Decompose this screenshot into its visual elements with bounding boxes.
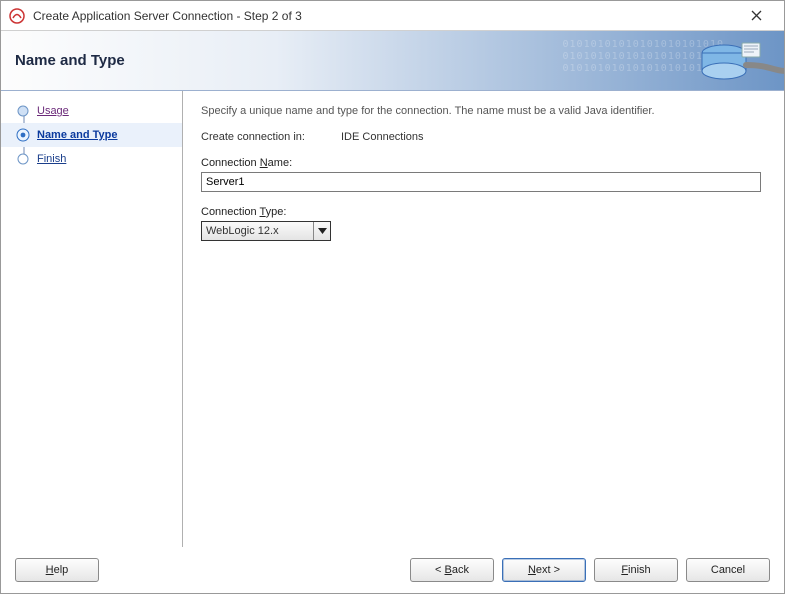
- step-link-usage[interactable]: Usage: [37, 105, 69, 117]
- wizard-footer: Help < Back Next > Finish Cancel: [1, 547, 784, 593]
- step-link-name-and-type[interactable]: Name and Type: [37, 129, 118, 141]
- step-usage[interactable]: Usage: [1, 99, 182, 123]
- window-title: Create Application Server Connection - S…: [33, 9, 736, 23]
- connection-name-label: Connection Name:: [201, 157, 766, 169]
- wizard-header: Name and Type 01010101010101010101010 01…: [1, 31, 784, 91]
- close-button[interactable]: [736, 2, 776, 30]
- step-finish[interactable]: Finish: [1, 147, 182, 171]
- cancel-button[interactable]: Cancel: [686, 558, 770, 582]
- connection-type-label: Connection Type:: [201, 206, 766, 218]
- step-done-icon: [15, 103, 31, 119]
- connection-name-input[interactable]: [201, 172, 761, 192]
- finish-button[interactable]: Finish: [594, 558, 678, 582]
- step-link-finish[interactable]: Finish: [37, 153, 66, 165]
- app-icon: [9, 8, 25, 24]
- back-button[interactable]: < Back: [410, 558, 494, 582]
- wizard-steps-sidebar: Usage Name and Type Finish: [1, 91, 183, 547]
- main-area: Usage Name and Type Finish Specify a uni…: [1, 91, 784, 547]
- help-button[interactable]: Help: [15, 558, 99, 582]
- step-pending-icon: [15, 151, 31, 167]
- wizard-content: Specify a unique name and type for the c…: [183, 91, 784, 547]
- header-decoration: 01010101010101010101010 0101010101010101…: [524, 31, 784, 90]
- step-current-icon: [15, 127, 31, 143]
- titlebar: Create Application Server Connection - S…: [1, 1, 784, 31]
- chevron-down-icon: [313, 222, 330, 240]
- step-name-and-type[interactable]: Name and Type: [1, 123, 182, 147]
- next-button[interactable]: Next >: [502, 558, 586, 582]
- create-in-value: IDE Connections: [341, 131, 424, 143]
- connection-type-select[interactable]: WebLogic 12.x: [201, 221, 331, 241]
- page-title: Name and Type: [15, 52, 125, 69]
- create-in-label: Create connection in:: [201, 131, 341, 143]
- create-in-row: Create connection in: IDE Connections: [201, 131, 766, 143]
- instruction-text: Specify a unique name and type for the c…: [201, 105, 766, 117]
- connection-type-value: WebLogic 12.x: [206, 225, 279, 237]
